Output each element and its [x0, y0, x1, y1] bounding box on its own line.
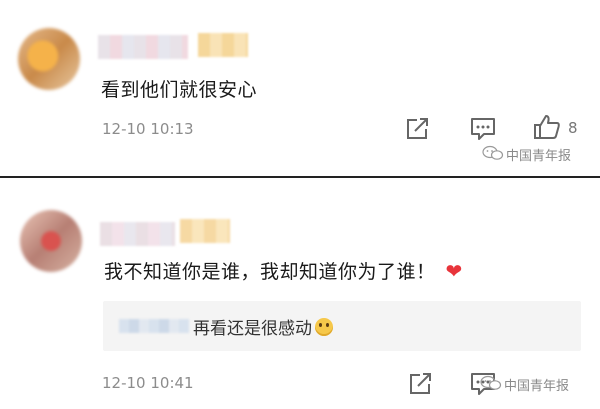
- like-icon[interactable]: [533, 114, 561, 140]
- comment-card-1: 看到他们就很安心 12-10 10:13 8 中国青年报: [0, 0, 600, 176]
- comment-timestamp: 12-10 10:41: [102, 374, 194, 392]
- heart-emoji: ❤: [445, 259, 463, 283]
- card-divider: [0, 176, 600, 184]
- comment-icon[interactable]: [470, 117, 496, 141]
- comment-text-content: 我不知道你是谁，我却知道你为了谁！: [104, 261, 436, 283]
- avatar[interactable]: [18, 28, 80, 90]
- tearful-face-emoji: [315, 318, 333, 336]
- user-badge-blurred: [198, 33, 248, 57]
- wechat-logo: [482, 145, 504, 160]
- reply-username-blurred: [119, 319, 189, 333]
- watermark-text: 中国青年报: [506, 149, 572, 164]
- avatar[interactable]: [20, 210, 82, 272]
- comment-timestamp: 12-10 10:13: [102, 120, 194, 138]
- username-blurred[interactable]: [98, 35, 188, 59]
- reply-text-content: 再看还是很感动: [193, 319, 312, 339]
- like-count: 8: [568, 119, 578, 137]
- wechat-logo: [480, 375, 502, 390]
- comment-text: 我不知道你是谁，我却知道你为了谁！ ❤: [104, 257, 463, 284]
- reply-text: 再看还是很感动: [193, 314, 333, 339]
- share-icon[interactable]: [408, 372, 434, 396]
- share-icon[interactable]: [405, 117, 431, 141]
- comment-text: 看到他们就很安心: [101, 79, 258, 101]
- username-blurred[interactable]: [100, 222, 175, 246]
- reply-preview[interactable]: 再看还是很感动: [103, 301, 581, 351]
- watermark-text: 中国青年报: [504, 379, 570, 394]
- user-badge-blurred: [180, 219, 230, 243]
